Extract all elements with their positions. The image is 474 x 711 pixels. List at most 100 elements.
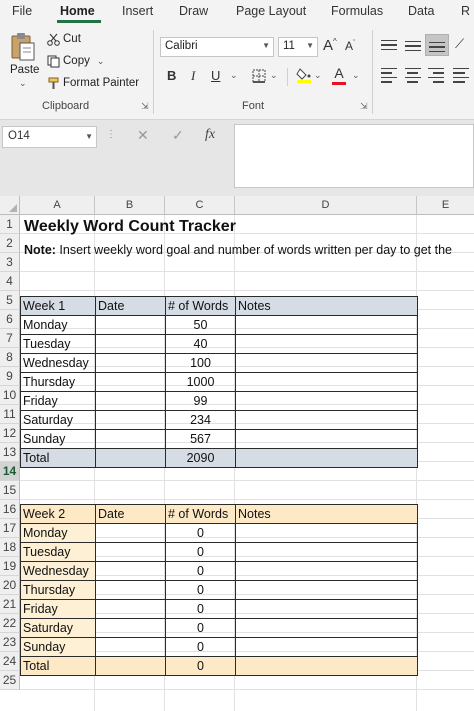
note-text[interactable]: Note: Insert weekly word goal and number… (24, 243, 452, 257)
words-cell[interactable]: 0 (165, 618, 236, 638)
words-cell[interactable]: 1000 (165, 372, 236, 392)
date-header-cell[interactable]: Date (95, 504, 166, 524)
words-cell[interactable]: 0 (165, 523, 236, 543)
week-header-cell[interactable]: Week 1 (20, 296, 96, 316)
words-cell[interactable]: 40 (165, 334, 236, 354)
notes-cell[interactable] (235, 618, 418, 638)
words-cell[interactable]: 0 (165, 599, 236, 619)
words-header-cell[interactable]: # of Words (165, 296, 236, 316)
align-right-button[interactable] (425, 64, 449, 86)
row-header-17[interactable]: 17 (0, 519, 20, 538)
date-cell[interactable] (95, 353, 166, 373)
date-cell[interactable] (95, 599, 166, 619)
words-cell[interactable]: 100 (165, 353, 236, 373)
week-header-cell[interactable]: Week 2 (20, 504, 96, 524)
row-header-19[interactable]: 19 (0, 557, 20, 576)
words-cell[interactable]: 0 (165, 542, 236, 562)
words-cell[interactable]: 234 (165, 410, 236, 430)
italic-button[interactable]: I (191, 68, 195, 84)
fill-dropdown-icon[interactable]: ⌄ (314, 70, 322, 81)
notes-cell[interactable] (235, 315, 418, 335)
column-header-b[interactable]: B (95, 196, 165, 215)
notes-cell[interactable] (235, 637, 418, 657)
date-cell[interactable] (95, 334, 166, 354)
row-header-16[interactable]: 16 (0, 500, 20, 519)
align-left-button[interactable] (378, 64, 402, 86)
words-cell[interactable]: 567 (165, 429, 236, 449)
font-name-select[interactable]: Calibri ▼ (160, 37, 274, 57)
clipboard-launcher-icon[interactable]: ⇲ (141, 101, 149, 112)
row-header-10[interactable]: 10 (0, 386, 20, 405)
column-header-e[interactable]: E (417, 196, 474, 215)
notes-cell[interactable] (235, 580, 418, 600)
tab-draw[interactable]: Draw (179, 4, 208, 18)
day-cell[interactable]: Wednesday (20, 561, 96, 581)
row-header-25[interactable]: 25 (0, 671, 20, 690)
total-value-cell[interactable]: 2090 (165, 448, 236, 468)
notes-cell[interactable] (235, 391, 418, 411)
tab-file[interactable]: File (12, 4, 32, 18)
fill-color-icon[interactable] (296, 66, 312, 84)
row-header-24[interactable]: 24 (0, 652, 20, 671)
date-cell[interactable] (95, 372, 166, 392)
notes-cell[interactable] (235, 523, 418, 543)
date-cell[interactable] (95, 656, 166, 676)
borders-icon[interactable] (252, 69, 266, 83)
row-header-18[interactable]: 18 (0, 538, 20, 557)
day-cell[interactable]: Monday (20, 315, 96, 335)
date-header-cell[interactable]: Date (95, 296, 166, 316)
font-color-button[interactable]: A (331, 65, 347, 85)
day-cell[interactable]: Sunday (20, 429, 96, 449)
notes-cell[interactable] (235, 561, 418, 581)
day-cell[interactable]: Thursday (20, 372, 96, 392)
row-header-20[interactable]: 20 (0, 576, 20, 595)
borders-dropdown-icon[interactable]: ⌄ (270, 70, 278, 81)
align-top-button[interactable] (378, 34, 402, 56)
row-header-2[interactable]: 2 (0, 234, 20, 253)
day-cell[interactable]: Tuesday (20, 334, 96, 354)
cancel-icon[interactable]: ✕ (137, 127, 149, 144)
paste-dropdown-icon[interactable]: ⌄ (19, 78, 27, 89)
tab-home[interactable]: Home (60, 4, 95, 18)
underline-button[interactable]: U (211, 68, 220, 83)
row-header-23[interactable]: 23 (0, 633, 20, 652)
row-header-13[interactable]: 13 (0, 443, 20, 462)
row-header-4[interactable]: 4 (0, 272, 20, 291)
orientation-icon[interactable]: ⟋ (455, 36, 464, 52)
notes-header-cell[interactable]: Notes (235, 296, 418, 316)
notes-cell[interactable] (235, 353, 418, 373)
date-cell[interactable] (95, 561, 166, 581)
row-header-5[interactable]: 5 (0, 291, 20, 310)
day-cell[interactable]: Monday (20, 523, 96, 543)
cut-button[interactable]: Cut (46, 32, 81, 46)
copy-dropdown-icon[interactable]: ⌄ (97, 56, 105, 67)
row-header-3[interactable]: 3 (0, 253, 20, 272)
enter-icon[interactable]: ✓ (172, 127, 184, 144)
align-middle-button[interactable] (402, 34, 426, 56)
underline-dropdown-icon[interactable]: ⌄ (230, 70, 238, 81)
notes-cell[interactable] (235, 448, 418, 468)
date-cell[interactable] (95, 410, 166, 430)
day-cell[interactable]: Sunday (20, 637, 96, 657)
format-painter-button[interactable]: Format Painter (46, 76, 139, 90)
row-header-6[interactable]: 6 (0, 310, 20, 329)
words-cell[interactable]: 0 (165, 580, 236, 600)
date-cell[interactable] (95, 315, 166, 335)
words-cell[interactable]: 99 (165, 391, 236, 411)
bold-button[interactable]: B (167, 68, 176, 83)
total-label-cell[interactable]: Total (20, 448, 96, 468)
date-cell[interactable] (95, 429, 166, 449)
tab-page-layout[interactable]: Page Layout (236, 4, 306, 18)
formula-input[interactable] (234, 124, 474, 188)
row-header-14[interactable]: 14 (0, 462, 20, 481)
date-cell[interactable] (95, 523, 166, 543)
day-cell[interactable]: Wednesday (20, 353, 96, 373)
notes-cell[interactable] (235, 599, 418, 619)
row-header-12[interactable]: 12 (0, 424, 20, 443)
font-size-select[interactable]: 11 ▼ (278, 37, 318, 57)
total-label-cell[interactable]: Total (20, 656, 96, 676)
copy-button[interactable]: Copy ⌄ (46, 54, 104, 68)
column-header-a[interactable]: A (20, 196, 95, 215)
font-color-dropdown-icon[interactable]: ⌄ (352, 70, 360, 81)
day-cell[interactable]: Friday (20, 599, 96, 619)
